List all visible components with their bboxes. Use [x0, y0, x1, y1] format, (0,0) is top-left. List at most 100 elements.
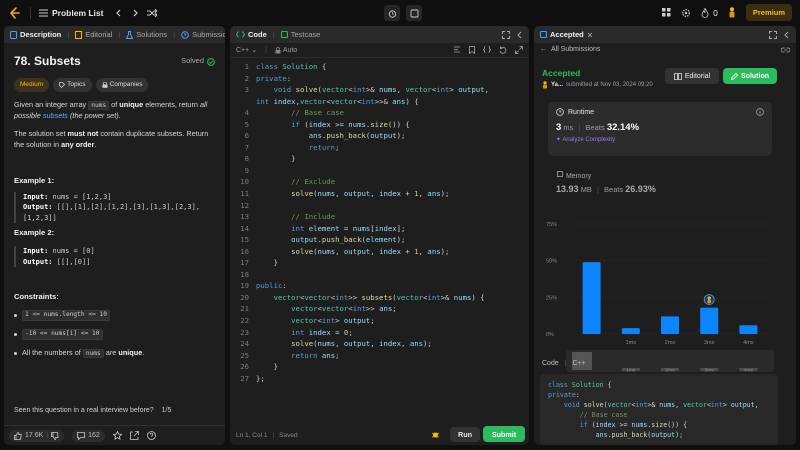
- alarm-clock-icon: [388, 9, 397, 18]
- beats-label: Beats: [585, 123, 605, 132]
- share-icon[interactable]: [129, 431, 139, 440]
- problem-statement: Given an integer array nums of unique el…: [14, 100, 215, 122]
- chevron-left-icon[interactable]: [115, 9, 123, 17]
- shuffle-icon[interactable]: [147, 9, 158, 17]
- input-label: Input:: [23, 247, 49, 256]
- avatar: [542, 81, 548, 89]
- code-line: 2 private:: [244, 73, 292, 83]
- code-line: 13 // Include: [240, 212, 336, 222]
- output-label: Output:: [23, 257, 53, 266]
- tab-code-label: Code: [248, 30, 267, 39]
- code-editor[interactable]: 1 class Solution { 2 private: 3 void solve…: [230, 61, 529, 384]
- code-line: // Base case: [579, 411, 628, 419]
- tab-code[interactable]: Code: [236, 30, 267, 39]
- code-line: 21 vector<vector<int>> ans;: [240, 304, 397, 314]
- format-icon[interactable]: [453, 46, 461, 54]
- tab-editorial[interactable]: Editorial: [75, 30, 112, 39]
- notes-button[interactable]: [406, 5, 422, 21]
- tab-solutions[interactable]: Solutions: [126, 30, 167, 39]
- example-2-title: Example 2:: [14, 228, 55, 238]
- maximize-icon[interactable]: [502, 30, 510, 39]
- tab-solutions-label: Solutions: [136, 30, 168, 39]
- expand-icon[interactable]: [515, 46, 523, 54]
- constraints-list: 1 <= nums.length <= 10 -10 <= nums[i] <=…: [14, 310, 215, 359]
- code-line: 27};: [240, 373, 265, 383]
- braces-icon[interactable]: [483, 46, 491, 54]
- chart-bar[interactable]: [661, 316, 679, 334]
- debug-icon[interactable]: [431, 430, 440, 439]
- input-label: Input:: [23, 192, 49, 201]
- x-tick-label: 3ms: [704, 340, 715, 346]
- problem-statement-2: The solution set must not contain duplic…: [14, 129, 215, 150]
- tab-description[interactable]: Description: [10, 30, 61, 39]
- run-button[interactable]: Run: [450, 427, 480, 442]
- tab-submissions[interactable]: Submissions: [181, 30, 225, 39]
- star-icon[interactable]: [112, 431, 122, 440]
- runtime-distribution-chart[interactable]: 75% 50% 25% 0% 1ms 2ms 3ms 4ms 1ms 2ms 3ms 4ms: [544, 214, 776, 376]
- code-line: 19 public:: [240, 281, 287, 291]
- output-label: Output:: [23, 203, 53, 212]
- all-submissions-link[interactable]: ← All Submissions: [540, 46, 600, 53]
- submission-meta: Ya... submitted at Nov 03, 2024 09:20: [542, 81, 653, 89]
- chart-bar[interactable]: [582, 262, 601, 334]
- runtime-beats: 32.14%: [606, 122, 640, 133]
- code-line: 16 solve(nums, output, index + 1, ans);: [240, 246, 450, 256]
- reset-icon[interactable]: [499, 46, 507, 54]
- help-icon[interactable]: [146, 431, 156, 440]
- code-line: int index,vector<vector<int>>& ans) {: [256, 96, 419, 106]
- marker-avatar-head: [707, 296, 711, 300]
- memory-tab[interactable]: Memory: [556, 170, 591, 180]
- avatar[interactable]: [728, 7, 736, 18]
- chart-bar[interactable]: [621, 328, 640, 334]
- maximize-icon[interactable]: [769, 30, 777, 39]
- bold-text: any order: [61, 139, 95, 149]
- runtime-card[interactable]: Runtime 3 ms | Beats 32.14% ✦ Analyze Co…: [548, 102, 772, 156]
- streak-counter[interactable]: 0: [701, 7, 718, 18]
- list-icon: [39, 9, 48, 17]
- bookmark-icon[interactable]: [469, 46, 475, 54]
- code-brackets-icon: [236, 31, 245, 38]
- submit-button[interactable]: Submit: [483, 426, 525, 442]
- seen-pager[interactable]: 1/5: [162, 407, 172, 414]
- text: elements, return: [143, 99, 200, 109]
- language-select[interactable]: C++ ⌄: [236, 46, 257, 54]
- companies-chip[interactable]: Companies: [95, 78, 149, 92]
- analyze-complexity-link[interactable]: ✦ Analyze Complexity: [556, 136, 764, 143]
- thumbs-down-icon[interactable]: [51, 431, 59, 440]
- premium-button[interactable]: Premium: [745, 4, 792, 21]
- chevron-left-icon[interactable]: [516, 31, 523, 39]
- x-tick-label: 4ms: [743, 340, 754, 346]
- leetcode-logo-icon[interactable]: [8, 6, 22, 20]
- link-icon[interactable]: [781, 47, 790, 53]
- difficulty-badge[interactable]: Medium: [14, 78, 50, 92]
- description-panel: Description | Editorial | Solutions | Su…: [4, 26, 225, 445]
- code-language: C++: [572, 360, 586, 367]
- chevron-left-icon[interactable]: [783, 31, 790, 39]
- chevron-right-icon[interactable]: [131, 9, 139, 17]
- solution-button[interactable]: Solution: [723, 68, 777, 84]
- close-icon[interactable]: [587, 32, 593, 38]
- chart-bar[interactable]: [739, 325, 758, 334]
- text: are: [103, 348, 119, 357]
- gear-icon[interactable]: [681, 8, 691, 18]
- tab-accepted[interactable]: Accepted: [540, 30, 593, 39]
- chart-bar[interactable]: [700, 307, 719, 334]
- code-line: 18: [240, 269, 249, 279]
- auto-mode[interactable]: Auto: [275, 47, 297, 54]
- problem-list-label: Problem List: [52, 8, 104, 18]
- timer-button[interactable]: [384, 5, 400, 21]
- grid-layout-icon[interactable]: [662, 8, 671, 17]
- sparkle-icon: ✦: [556, 137, 562, 143]
- topics-chip[interactable]: Topics: [53, 78, 92, 92]
- tab-testcase[interactable]: Testcase: [280, 30, 320, 39]
- problem-list-button[interactable]: Problem List: [39, 8, 103, 18]
- info-icon[interactable]: [756, 108, 764, 116]
- editorial-button[interactable]: Editorial: [665, 68, 719, 84]
- subsets-link[interactable]: subsets: [43, 111, 68, 120]
- like-button[interactable]: 17.6K |: [9, 429, 65, 442]
- comments-button[interactable]: 162: [72, 429, 105, 442]
- result-tabs: Accepted: [534, 26, 796, 43]
- constraint-code: 1 <= nums.length <= 10: [22, 310, 110, 322]
- submission-result-panel: Accepted ← All Submissions Accepted Ya..…: [534, 26, 796, 445]
- description-footer: 17.6K | 162: [4, 425, 225, 445]
